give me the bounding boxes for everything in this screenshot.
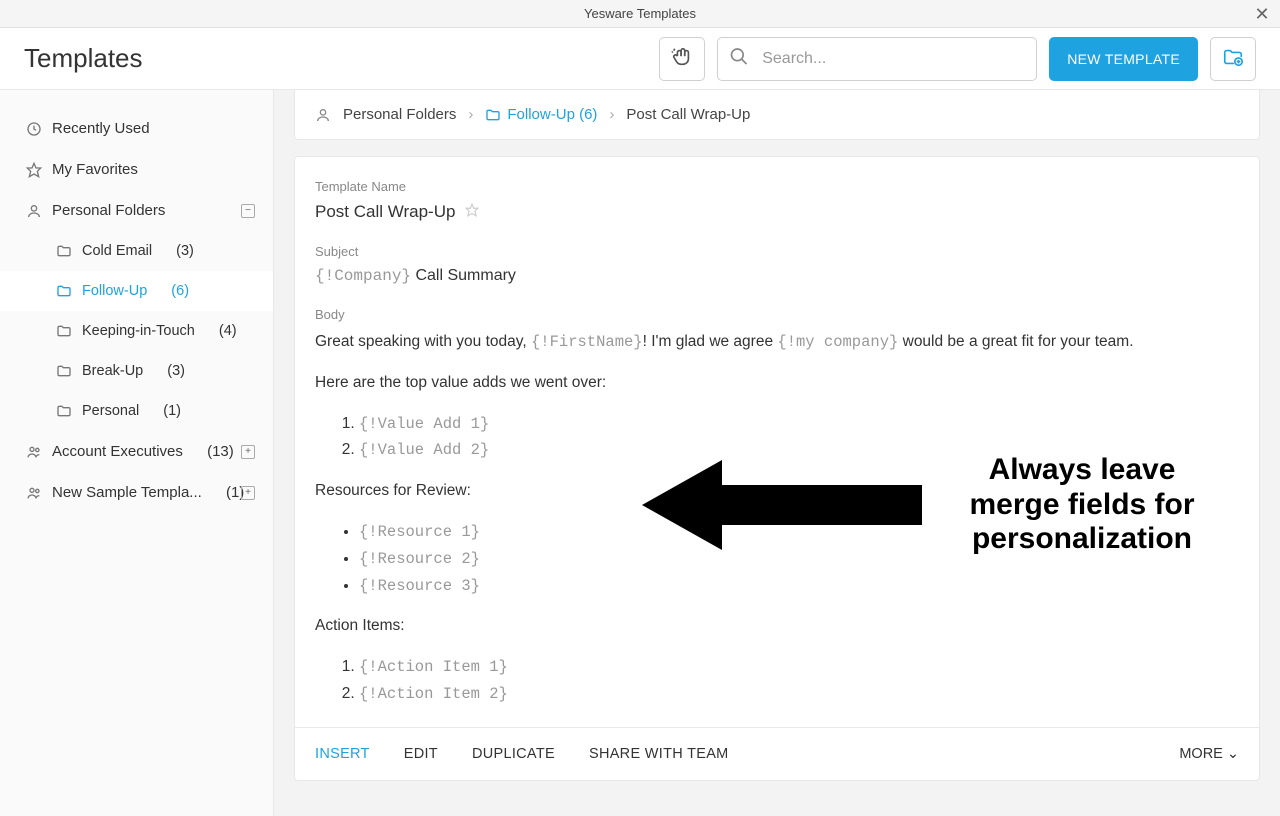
merge-field: {!Action Item 1} (359, 658, 508, 676)
breadcrumb-root[interactable]: Personal Folders (343, 106, 456, 123)
person-icon (26, 203, 42, 219)
sidebar-item-count: (3) (176, 243, 194, 259)
sidebar-folder-break-up[interactable]: Break-Up (3) (0, 351, 273, 391)
merge-field: {!Resource 3} (359, 577, 480, 595)
people-icon (26, 485, 42, 501)
wave-button[interactable] (659, 37, 705, 81)
sidebar-item-label: Personal (82, 403, 139, 419)
sidebar-item-label: My Favorites (52, 161, 138, 178)
sidebar-folder-cold-email[interactable]: Cold Email (3) (0, 231, 273, 271)
value-adds-list: {!Value Add 1} {!Value Add 2} (359, 412, 1239, 464)
merge-field: {!Action Item 2} (359, 685, 508, 703)
sidebar-item-count: (6) (171, 283, 189, 299)
sidebar-item-label: Break-Up (82, 363, 143, 379)
person-icon (315, 107, 331, 123)
merge-field: {!Resource 1} (359, 523, 480, 541)
close-icon: ✕ (1254, 4, 1269, 25)
template-panel: Template Name Post Call Wrap-Up Subject … (294, 156, 1260, 781)
template-name-value: Post Call Wrap-Up (315, 202, 455, 222)
sidebar-folder-personal[interactable]: Personal (1) (0, 391, 273, 431)
clock-icon (26, 121, 42, 137)
sidebar-item-label: Keeping-in-Touch (82, 323, 195, 339)
sidebar-folder-keeping-in-touch[interactable]: Keeping-in-Touch (4) (0, 311, 273, 351)
resources-list: {!Resource 1} {!Resource 2} {!Resource 3… (359, 520, 1239, 598)
sidebar-item-label: Cold Email (82, 243, 152, 259)
subject-value: {!Company} Call Summary (315, 267, 1239, 285)
body-content: Great speaking with you today, {!FirstNa… (315, 330, 1239, 707)
new-template-button[interactable]: NEW TEMPLATE (1049, 37, 1198, 81)
search-input[interactable] (717, 37, 1037, 81)
add-folder-button[interactable] (1210, 37, 1256, 81)
merge-field: {!my company} (777, 333, 898, 351)
page-title: Templates (24, 43, 659, 74)
favorite-star-icon[interactable] (465, 203, 479, 222)
breadcrumb-folder[interactable]: Follow-Up (6) (485, 106, 597, 123)
merge-field: {!Company} (315, 267, 411, 285)
sidebar-personal-folders[interactable]: Personal Folders − (0, 190, 273, 231)
people-icon (26, 444, 42, 460)
folder-icon (56, 323, 72, 339)
expand-icon[interactable]: + (241, 445, 255, 459)
window-title: Yesware Templates (584, 6, 696, 21)
folder-icon (56, 283, 72, 299)
collapse-icon[interactable]: − (241, 204, 255, 218)
window-title-bar: Yesware Templates ✕ (0, 0, 1280, 28)
search-icon (729, 46, 749, 71)
sidebar-my-favorites[interactable]: My Favorites (0, 149, 273, 190)
sidebar-folder-follow-up[interactable]: Follow-Up (6) (0, 271, 273, 311)
sidebar-item-count: (3) (167, 363, 185, 379)
subject-label: Subject (315, 244, 1239, 259)
more-button[interactable]: MORE ⌄ (1179, 746, 1239, 762)
merge-field: {!FirstName} (531, 333, 643, 351)
sidebar-item-label: Personal Folders (52, 202, 165, 219)
sidebar: Recently Used My Favorites Personal Fold… (0, 90, 274, 816)
wave-icon (671, 46, 693, 71)
template-name-label: Template Name (315, 179, 1239, 194)
sidebar-item-count: (4) (219, 323, 237, 339)
sidebar-new-sample-templates[interactable]: New Sample Templa... (1) + (0, 472, 273, 513)
sidebar-item-label: Recently Used (52, 120, 150, 137)
sidebar-item-label: Account Executives (52, 443, 183, 460)
header: Templates NEW TEMPLATE (0, 28, 1280, 90)
breadcrumb-current: Post Call Wrap-Up (626, 106, 750, 123)
sidebar-item-label: Follow-Up (82, 283, 147, 299)
sidebar-item-label: New Sample Templa... (52, 484, 202, 501)
sidebar-item-count: (13) (207, 443, 234, 460)
merge-field: {!Resource 2} (359, 550, 480, 568)
sidebar-item-count: (1) (163, 403, 181, 419)
breadcrumb: Personal Folders › Follow-Up (6) › Post … (294, 90, 1260, 140)
insert-button[interactable]: INSERT (315, 746, 370, 762)
chevron-down-icon: ⌄ (1227, 746, 1239, 762)
star-icon (26, 162, 42, 178)
folder-icon (56, 243, 72, 259)
chevron-right-icon: › (468, 106, 473, 123)
chevron-right-icon: › (609, 106, 614, 123)
edit-button[interactable]: EDIT (404, 746, 438, 762)
action-items-list: {!Action Item 1} {!Action Item 2} (359, 655, 1239, 707)
merge-field: {!Value Add 2} (359, 441, 489, 459)
body-label: Body (315, 307, 1239, 322)
window-close-button[interactable]: ✕ (1244, 0, 1280, 28)
folder-add-icon (1222, 46, 1244, 71)
folder-icon (56, 403, 72, 419)
expand-icon[interactable]: + (241, 486, 255, 500)
template-actions: INSERT EDIT DUPLICATE SHARE WITH TEAM MO… (295, 727, 1259, 780)
share-button[interactable]: SHARE WITH TEAM (589, 746, 729, 762)
duplicate-button[interactable]: DUPLICATE (472, 746, 555, 762)
folder-icon (56, 363, 72, 379)
content-area: Personal Folders › Follow-Up (6) › Post … (274, 90, 1280, 816)
sidebar-account-executives[interactable]: Account Executives (13) + (0, 431, 273, 472)
merge-field: {!Value Add 1} (359, 415, 489, 433)
sidebar-recently-used[interactable]: Recently Used (0, 108, 273, 149)
